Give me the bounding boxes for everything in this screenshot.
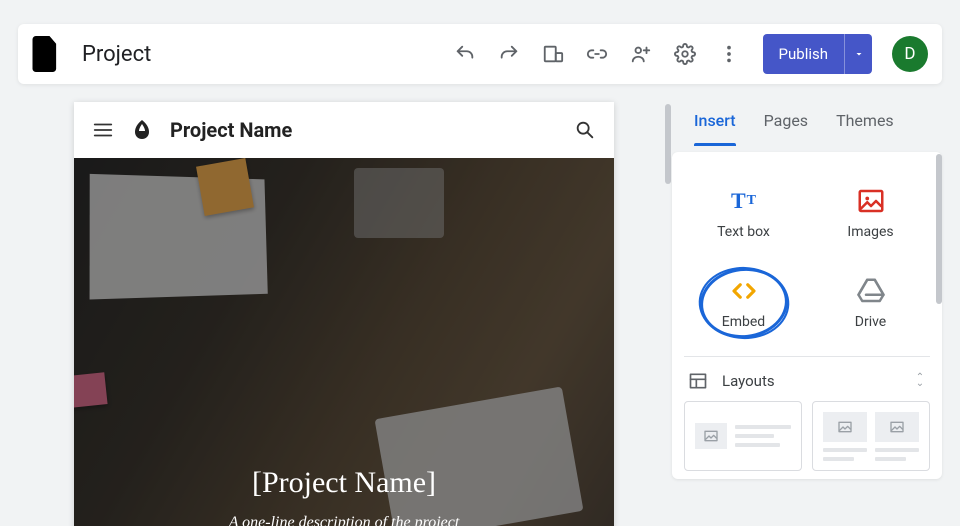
settings-button[interactable]: [667, 36, 703, 72]
tab-insert[interactable]: Insert: [680, 94, 750, 146]
hero-section[interactable]: [Project Name] A one-line description of…: [74, 158, 614, 526]
share-button[interactable]: [623, 36, 659, 72]
insert-images[interactable]: Images: [807, 170, 934, 256]
layouts-grid: [672, 401, 942, 471]
insert-item-label: Text box: [717, 224, 770, 240]
document-title[interactable]: Project: [82, 42, 151, 67]
drive-icon: [856, 276, 886, 306]
publish-dropdown-button[interactable]: [844, 34, 872, 74]
publish-split-button: Publish: [763, 34, 872, 74]
preview-button[interactable]: [535, 36, 571, 72]
insert-embed[interactable]: Embed: [680, 260, 807, 346]
layout-thumb-icon: [695, 423, 727, 449]
insert-text-box[interactable]: TT Text box: [680, 170, 807, 256]
sites-logo-icon: [32, 36, 60, 72]
insert-item-label: Images: [847, 224, 893, 240]
insert-drive[interactable]: Drive: [807, 260, 934, 346]
site-header: Project Name: [74, 102, 614, 158]
embed-icon: [729, 276, 759, 306]
site-logo-icon[interactable]: [130, 118, 154, 142]
layouts-header[interactable]: Layouts ⌃⌄: [672, 367, 942, 401]
account-avatar[interactable]: D: [892, 36, 928, 72]
insert-item-label: Drive: [855, 314, 886, 330]
canvas-area: Project Name [Project Name] A one-line d…: [18, 94, 670, 526]
side-tabs: Insert Pages Themes: [672, 94, 942, 146]
redo-button[interactable]: [491, 36, 527, 72]
tab-pages[interactable]: Pages: [750, 94, 822, 146]
more-button[interactable]: [711, 36, 747, 72]
search-icon[interactable]: [574, 119, 596, 141]
layouts-label: Layouts: [722, 372, 775, 390]
images-icon: [856, 186, 886, 216]
hamburger-icon[interactable]: [92, 119, 114, 141]
main-toolbar: Project Publish D: [18, 24, 942, 84]
insert-panel: TT Text box Images Embed Drive: [672, 152, 942, 479]
site-canvas[interactable]: Project Name [Project Name] A one-line d…: [74, 102, 614, 526]
hero-title[interactable]: [Project Name]: [252, 466, 436, 500]
layout-option-2[interactable]: [812, 401, 930, 471]
collapse-icon[interactable]: ⌃⌄: [914, 375, 926, 387]
site-name[interactable]: Project Name: [170, 118, 292, 142]
hero-text-block: [Project Name] A one-line description of…: [74, 158, 614, 526]
layout-option-1[interactable]: [684, 401, 802, 471]
canvas-scrollbar[interactable]: [665, 104, 671, 184]
layout-thumb-icon: [875, 412, 919, 442]
side-panel: Insert Pages Themes TT Text box Images E…: [672, 94, 942, 526]
tab-themes[interactable]: Themes: [822, 94, 908, 146]
divider: [684, 356, 930, 357]
textbox-icon: TT: [729, 186, 759, 216]
hero-subtitle[interactable]: A one-line description of the project: [229, 514, 460, 526]
app-root: Project Publish D Project Name: [0, 0, 960, 526]
layouts-icon: [688, 371, 708, 391]
insert-item-label: Embed: [722, 314, 765, 330]
undo-button[interactable]: [447, 36, 483, 72]
layout-thumb-icon: [823, 412, 867, 442]
panel-scrollbar[interactable]: [936, 154, 942, 304]
publish-button[interactable]: Publish: [763, 34, 844, 74]
link-button[interactable]: [579, 36, 615, 72]
